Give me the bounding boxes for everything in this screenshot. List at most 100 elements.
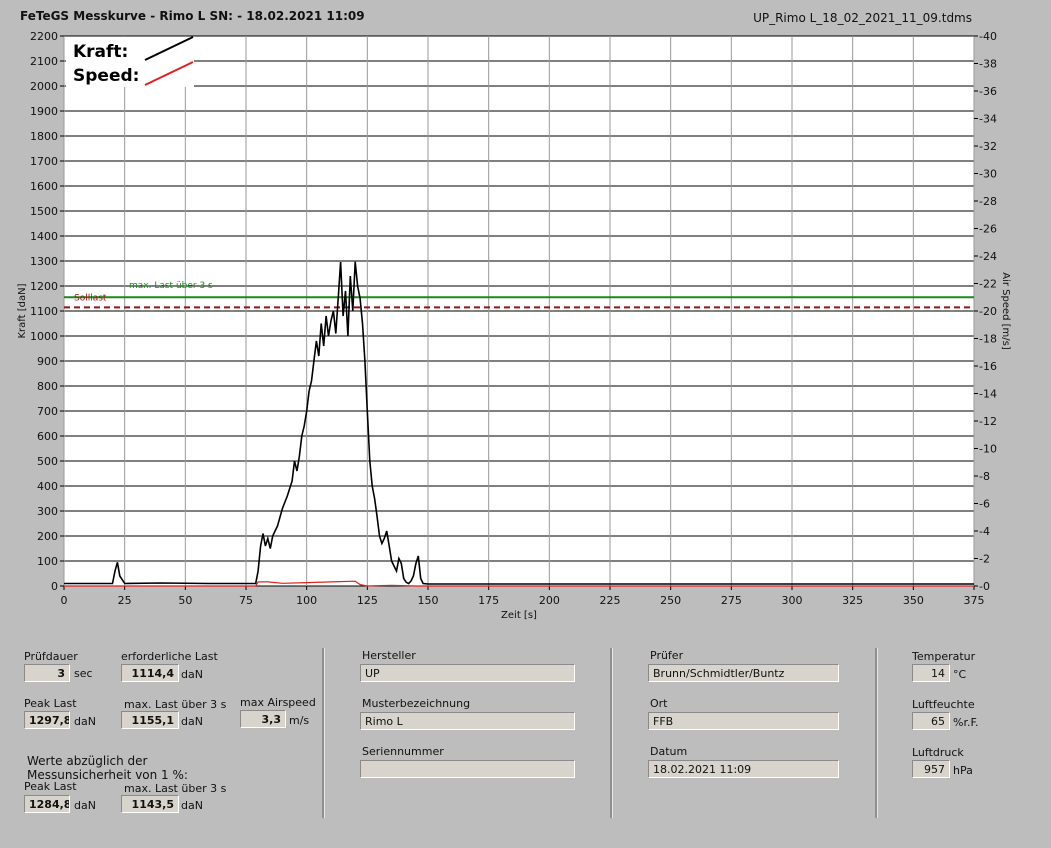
luftdruck-field: 957 (912, 760, 950, 778)
y-tick-label: 0 (51, 580, 58, 593)
luftfeuchte-field: 65 (912, 712, 950, 730)
reference-line-label: Solllast (74, 293, 107, 303)
y2-tick-label: -30 (979, 168, 997, 181)
y-tick-label: 1100 (30, 305, 58, 318)
y2-tick-label: -18 (979, 333, 997, 346)
y-tick-label: 1800 (30, 130, 58, 143)
y2-tick-label: -12 (979, 415, 997, 428)
ort-label: Ort (650, 697, 668, 710)
x-tick-label: 375 (964, 594, 985, 607)
datum-label: Datum (650, 745, 688, 758)
y-tick-label: 1000 (30, 330, 58, 343)
temperatur-field: 14 (912, 664, 950, 682)
reference-line-label: max. Last über 3 s (129, 281, 213, 291)
x-tick-label: 325 (842, 594, 863, 607)
y-tick-label: 600 (37, 430, 58, 443)
y2-axis-ticks: -0 -2 -4 -6 -8 -10 -12 -14 -16 -18 -20 -22 -24 -26 -28… (974, 30, 997, 593)
y2-tick-label: -40 (979, 30, 997, 43)
x-tick-label: 150 (418, 594, 439, 607)
panel-divider-1 (322, 648, 325, 818)
y2-tick-label: -2 (979, 553, 990, 566)
y-tick-label: 500 (37, 455, 58, 468)
y2-tick-label: -38 (979, 58, 997, 71)
x-tick-label: 225 (600, 594, 621, 607)
werte-note-line1: Werte abzüglich der (27, 754, 148, 768)
peak-last-2-field: 1284,8 (24, 795, 70, 813)
pruefdauer-unit: sec (74, 667, 93, 680)
max-airspeed-unit: m/s (289, 714, 310, 727)
x-tick-label: 350 (903, 594, 924, 607)
x-tick-label: 300 (782, 594, 803, 607)
y2-tick-label: -24 (979, 250, 997, 263)
max-last-2-unit: daN (181, 799, 203, 812)
y-tick-label: 1900 (30, 105, 58, 118)
max-last-unit: daN (181, 715, 203, 728)
x-tick-label: 25 (118, 594, 132, 607)
erf-last-label: erforderliche Last (121, 650, 218, 663)
y-axis-ticks: 0 100 200 300 400 500 600 700 800 900 1000 1100 1200… (30, 30, 64, 593)
y-tick-label: 800 (37, 380, 58, 393)
y2-tick-label: -22 (979, 278, 997, 291)
y2-tick-label: -26 (979, 223, 997, 236)
legend: Kraft: Speed: (66, 36, 194, 87)
temperatur-label: Temperatur (912, 650, 976, 663)
panel-divider-3 (875, 648, 878, 818)
peak-last-2-unit: daN (74, 799, 96, 812)
y2-tick-label: -4 (979, 525, 990, 538)
y2-tick-label: -20 (979, 305, 997, 318)
y-tick-label: 2000 (30, 80, 58, 93)
luftdruck-label: Luftdruck (912, 746, 964, 759)
legend-speed-label: Speed: (73, 66, 139, 86)
x-tick-label: 50 (178, 594, 192, 607)
y-tick-label: 1700 (30, 155, 58, 168)
luftdruck-unit: hPa (953, 764, 973, 777)
x-tick-label: 125 (357, 594, 378, 607)
muster-field: Rimo L (360, 712, 575, 730)
max-airspeed-label: max Airspeed (240, 696, 316, 709)
y2-tick-label: -14 (979, 388, 997, 401)
serien-label: Seriennummer (362, 745, 444, 758)
x-tick-label: 175 (478, 594, 499, 607)
pruefdauer-field: 3 (24, 664, 70, 682)
panel-divider-2 (610, 648, 613, 818)
y-tick-label: 1200 (30, 280, 58, 293)
y-tick-label: 1400 (30, 230, 58, 243)
x-axis-label: Zeit [s] (501, 610, 537, 621)
max-last-2-label: max. Last über 3 s (124, 782, 227, 795)
x-tick-label: 100 (296, 594, 317, 607)
y-tick-label: 400 (37, 480, 58, 493)
y-tick-label: 700 (37, 405, 58, 418)
y2-tick-label: -10 (979, 443, 997, 456)
y-tick-label: 1300 (30, 255, 58, 268)
x-tick-label: 200 (539, 594, 560, 607)
serien-field (360, 760, 575, 778)
x-axis-ticks: 0 25 50 75 100 125 150 175 200 225 250 275 300 325 350… (61, 586, 985, 607)
y-tick-label: 2100 (30, 55, 58, 68)
legend-kraft-label: Kraft: (73, 42, 128, 62)
x-tick-label: 275 (721, 594, 742, 607)
y-tick-label: 200 (37, 530, 58, 543)
peak-last-2-label: Peak Last (24, 780, 77, 793)
y2-tick-label: -6 (979, 498, 990, 511)
peak-last-label: Peak Last (24, 697, 77, 710)
hersteller-label: Hersteller (362, 649, 416, 662)
y-tick-label: 100 (37, 555, 58, 568)
muster-label: Musterbezeichnung (362, 697, 471, 710)
max-last-label: max. Last über 3 s (124, 698, 227, 711)
max-airspeed-field: 3,3 (240, 710, 286, 728)
y2-tick-label: -16 (979, 360, 997, 373)
pruefdauer-label: Prüfdauer (24, 650, 78, 663)
y2-tick-label: -34 (979, 113, 997, 126)
luftfeuchte-unit: %r.F. (953, 716, 979, 729)
erf-last-unit: daN (181, 668, 203, 681)
y-tick-label: 1600 (30, 180, 58, 193)
y2-axis-label: Air Speed [m/s] (1000, 272, 1011, 350)
y2-tick-label: -0 (979, 580, 990, 593)
max-last-field: 1155,1 (121, 711, 179, 729)
pruefer-field: Brunn/Schmidtler/Buntz (648, 664, 839, 682)
peak-last-unit: daN (74, 715, 96, 728)
y2-tick-label: -8 (979, 470, 990, 483)
y-tick-label: 1500 (30, 205, 58, 218)
x-tick-label: 250 (660, 594, 681, 607)
force-speed-chart: 0100200300400500600700800900100011001200… (17, 30, 1011, 621)
